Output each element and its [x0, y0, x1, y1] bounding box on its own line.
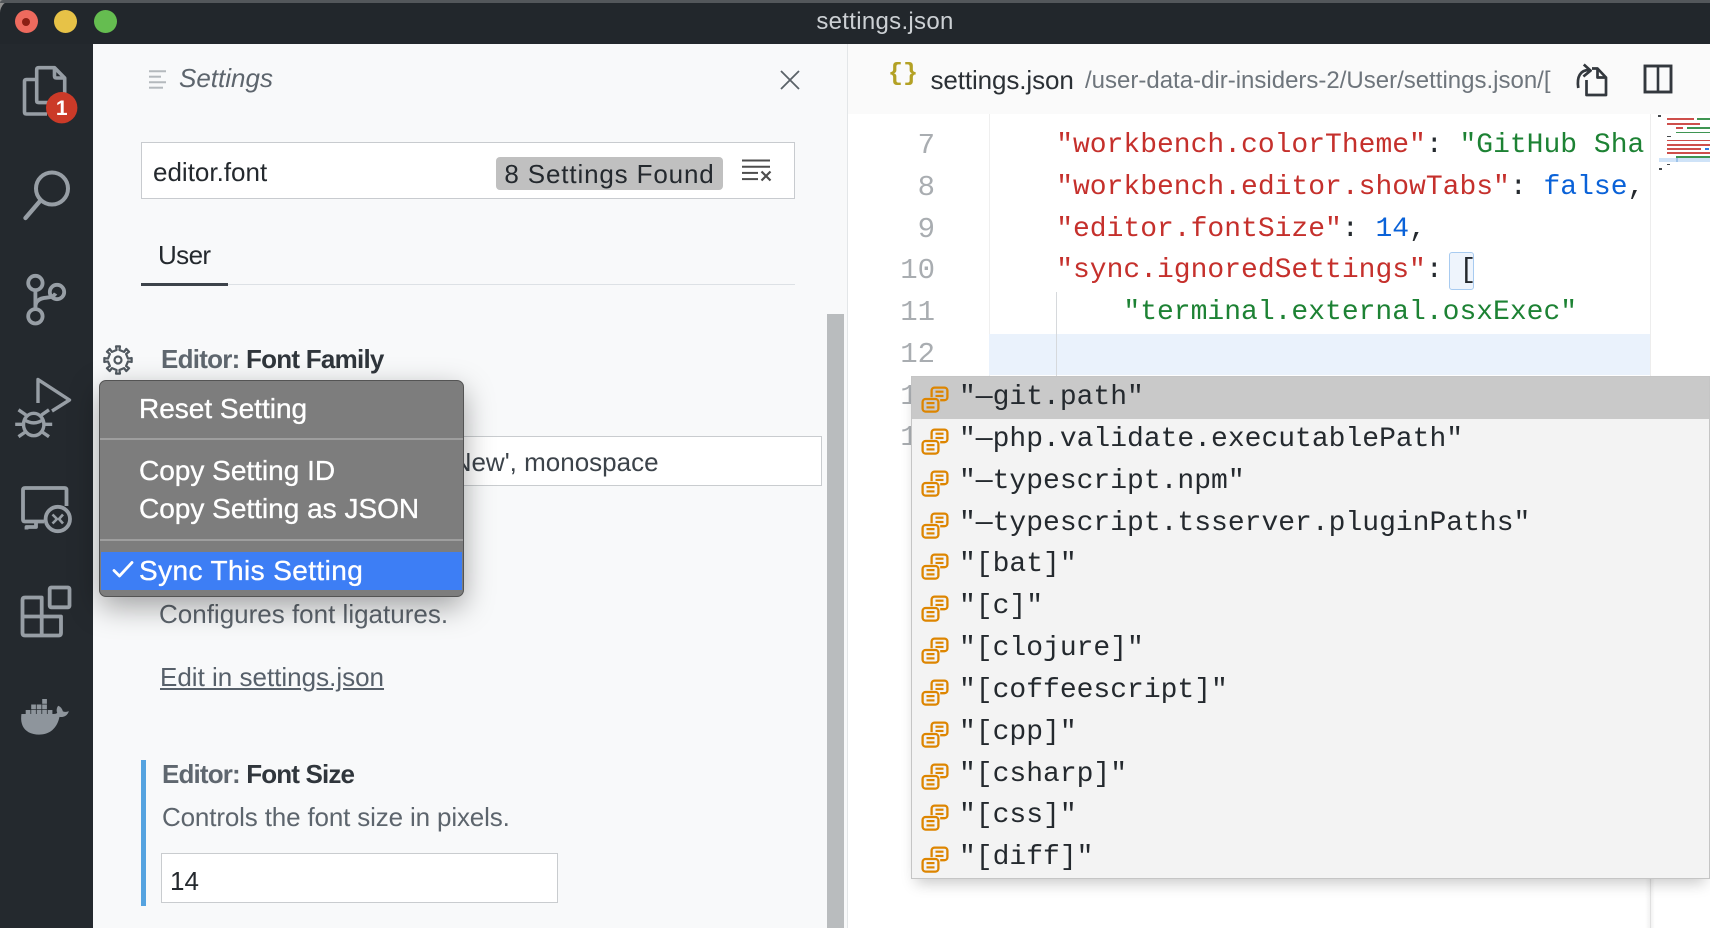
svg-text:1: 1 [56, 97, 68, 120]
